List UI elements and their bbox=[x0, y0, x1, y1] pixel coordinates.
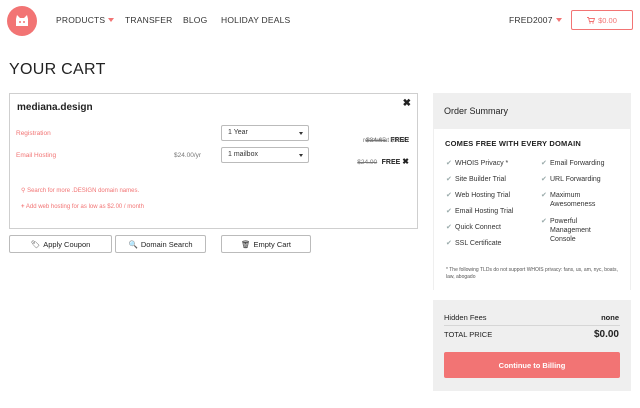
feature-item: ✔ Quick Connect bbox=[446, 223, 536, 232]
nav-products-label: PRODUCTS bbox=[56, 15, 106, 25]
mailbox-select-value: 1 mailbox bbox=[228, 151, 258, 158]
search-more-text: Search for more .DESIGN domain names. bbox=[27, 188, 140, 194]
domain-search-button[interactable]: 🔍 Domain Search bbox=[115, 235, 206, 253]
add-web-hosting-link[interactable]: + Add web hosting for as low as $2.00 / … bbox=[21, 204, 144, 210]
chevron-down-icon bbox=[555, 18, 562, 22]
feature-label: Powerful Management Console bbox=[550, 218, 591, 243]
feature-label: Email Hosting Trial bbox=[455, 208, 514, 215]
total-price-value: $0.00 bbox=[593, 329, 619, 340]
hidden-fees-label: Hidden Fees bbox=[444, 313, 487, 322]
logo-icon bbox=[16, 15, 28, 26]
nav-blog[interactable]: BLOG bbox=[183, 15, 207, 25]
nav-products[interactable]: PRODUCTS bbox=[56, 15, 115, 25]
registration-select-value: 1 Year bbox=[228, 129, 248, 136]
cart-item: mediana.design ✖ Registration 1 Year $34… bbox=[9, 93, 418, 229]
whois-footnote: * The following TLDs do not support WHOI… bbox=[446, 267, 618, 280]
chevron-down-icon bbox=[299, 154, 303, 157]
feature-item: ✔ Powerful Management Console bbox=[541, 217, 601, 244]
feature-item: ✔ SSL Certificate bbox=[446, 239, 536, 248]
apply-coupon-label: Apply Coupon bbox=[43, 239, 91, 249]
logo[interactable] bbox=[7, 6, 37, 36]
order-summary: Order Summary COMES FREE WITH EVERY DOMA… bbox=[433, 93, 631, 290]
trash-icon: 🗑 bbox=[240, 239, 251, 249]
email-hosting-rate: $24.00/yr bbox=[174, 152, 202, 159]
continue-to-billing-button[interactable]: Continue to Billing bbox=[444, 352, 620, 378]
registration-label: Registration bbox=[16, 130, 51, 137]
cart-total: $0.00 bbox=[598, 15, 617, 25]
feature-label: Maximum Awesomeness bbox=[550, 192, 596, 208]
divider bbox=[444, 325, 620, 326]
renews-text: renews at $35.47 bbox=[362, 138, 409, 144]
hidden-fees-value: none bbox=[601, 313, 619, 322]
top-nav: PRODUCTS TRANSFER BLOG HOLIDAY DEALS FRE… bbox=[0, 0, 640, 42]
check-icon: ✔ bbox=[446, 192, 452, 199]
check-icon: ✔ bbox=[446, 240, 452, 247]
search-icon: ⚲ bbox=[21, 188, 26, 194]
page-title: YOUR CART bbox=[9, 61, 106, 78]
chevron-down-icon bbox=[108, 18, 115, 22]
nav-holiday-deals[interactable]: HOLIDAY DEALS bbox=[221, 15, 290, 25]
search-icon: 🔍 bbox=[128, 239, 138, 249]
empty-cart-button[interactable]: 🗑 Empty Cart bbox=[221, 235, 311, 253]
check-icon: ✔ bbox=[541, 176, 547, 183]
feature-item: ✔ Maximum Awesomeness bbox=[541, 191, 601, 209]
feature-item: ✔ Email Forwarding bbox=[541, 159, 627, 168]
email-hosting-price: $24.00 FREE ✖ bbox=[357, 151, 409, 169]
totals-panel: Hidden Fees none TOTAL PRICE $0.00 Conti… bbox=[433, 300, 631, 391]
order-summary-title: Order Summary bbox=[444, 106, 509, 116]
feature-label: Email Forwarding bbox=[550, 160, 605, 167]
apply-coupon-button[interactable]: 🏷 Apply Coupon bbox=[9, 235, 112, 253]
email-hosting-label: Email Hosting bbox=[16, 152, 57, 159]
hosting-free: FREE bbox=[381, 159, 401, 166]
cart-button[interactable]: $0.00 bbox=[571, 10, 633, 30]
feature-item: ✔ URL Forwarding bbox=[541, 175, 627, 184]
feature-item: ✔ Email Hosting Trial bbox=[446, 207, 536, 216]
nav-transfer[interactable]: TRANSFER bbox=[125, 15, 172, 25]
feature-label: URL Forwarding bbox=[550, 176, 601, 183]
user-menu[interactable]: FRED2007 bbox=[509, 15, 562, 25]
check-icon: ✔ bbox=[446, 224, 452, 231]
feature-label: SSL Certificate bbox=[455, 240, 502, 247]
search-more-link[interactable]: ⚲ Search for more .DESIGN domain names. bbox=[21, 187, 139, 194]
feature-item: ✔ Site Builder Trial bbox=[446, 175, 536, 184]
check-icon: ✔ bbox=[446, 160, 452, 167]
hosting-old-price: $24.00 bbox=[357, 159, 378, 166]
check-icon: ✔ bbox=[541, 160, 547, 167]
feature-label: Web Hosting Trial bbox=[455, 192, 511, 199]
feature-label: WHOIS Privacy * bbox=[455, 160, 509, 167]
cart-icon bbox=[587, 16, 596, 24]
empty-cart-label: Empty Cart bbox=[253, 239, 292, 249]
comes-free-heading: COMES FREE WITH EVERY DOMAIN bbox=[445, 139, 582, 148]
free-features-panel: COMES FREE WITH EVERY DOMAIN ✔ WHOIS Priv… bbox=[433, 129, 631, 290]
feature-label: Site Builder Trial bbox=[455, 176, 506, 183]
feature-item: ✔ Web Hosting Trial bbox=[446, 191, 536, 200]
remove-hosting-icon[interactable]: ✖ bbox=[402, 157, 409, 166]
registration-period-select[interactable]: 1 Year bbox=[221, 125, 309, 141]
check-icon: ✔ bbox=[446, 208, 452, 215]
check-icon: ✔ bbox=[446, 176, 452, 183]
check-icon: ✔ bbox=[541, 218, 547, 225]
feature-label: Quick Connect bbox=[455, 224, 501, 231]
username: FRED2007 bbox=[509, 15, 553, 25]
domain-search-label: Domain Search bbox=[140, 239, 193, 249]
domain-name: mediana.design bbox=[17, 102, 93, 113]
remove-item-icon[interactable]: ✖ bbox=[403, 98, 411, 109]
add-hosting-text: Add web hosting for as low as $2.00 / mo… bbox=[25, 204, 144, 210]
total-price-label: TOTAL PRICE bbox=[444, 330, 493, 339]
check-icon: ✔ bbox=[541, 192, 547, 199]
chevron-down-icon bbox=[299, 132, 303, 135]
feature-item: ✔ WHOIS Privacy * bbox=[446, 159, 536, 168]
plus-icon: + bbox=[21, 204, 25, 210]
tag-icon: 🏷 bbox=[30, 239, 41, 249]
mailbox-select[interactable]: 1 mailbox bbox=[221, 147, 309, 163]
